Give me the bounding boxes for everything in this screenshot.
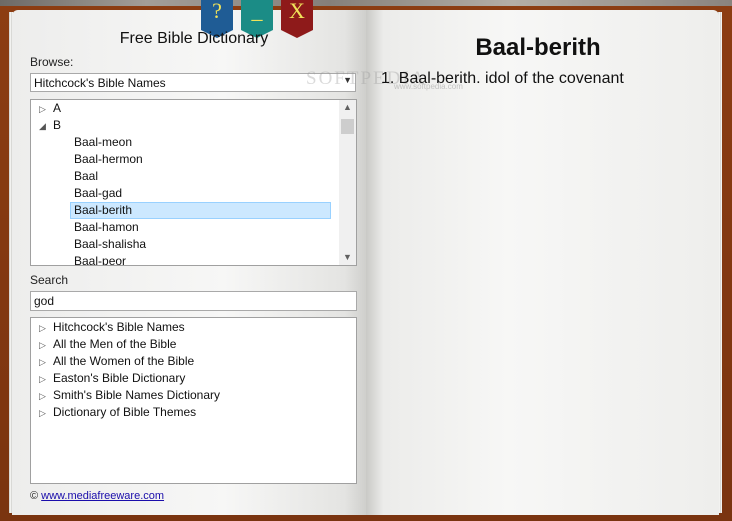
- search-results-tree[interactable]: ▷ Hitchcock's Bible Names ▷ All the Men of…: [30, 317, 357, 484]
- result-item[interactable]: ▷ Easton's Bible Dictionary: [39, 370, 185, 387]
- tree-node-a[interactable]: ▷ A: [39, 100, 61, 117]
- list-item[interactable]: Baal-meon: [71, 134, 135, 151]
- browse-label: Browse:: [30, 55, 74, 69]
- list-item[interactable]: Baal-hermon: [71, 151, 146, 168]
- triangle-right-icon[interactable]: ▷: [39, 405, 53, 422]
- close-button[interactable]: X: [281, 0, 313, 38]
- search-input[interactable]: god: [30, 291, 357, 311]
- help-button[interactable]: ?: [201, 0, 233, 38]
- result-item[interactable]: ▷ Dictionary of Bible Themes: [39, 404, 196, 421]
- browse-tree[interactable]: ▷ A ◢ B Baal-meon Baal-hermon Baal Baal-ga…: [30, 99, 357, 266]
- triangle-right-icon[interactable]: ▷: [39, 337, 53, 354]
- triangle-right-icon[interactable]: ▷: [39, 388, 53, 405]
- list-item[interactable]: Baal: [71, 168, 101, 185]
- triangle-right-icon[interactable]: ▷: [39, 320, 53, 337]
- app-title: Free Bible Dictionary: [119, 30, 269, 47]
- result-item-label: Hitchcock's Bible Names: [53, 320, 185, 334]
- result-item-label: Dictionary of Bible Themes: [53, 405, 197, 419]
- result-item-label: Easton's Bible Dictionary: [53, 371, 186, 385]
- chevron-down-icon[interactable]: ▼: [343, 75, 352, 85]
- list-item[interactable]: Baal-peor: [71, 253, 129, 265]
- tree-node-label: B: [53, 118, 62, 132]
- list-item[interactable]: Baal-shalisha: [71, 236, 149, 253]
- tree-node-b[interactable]: ◢ B: [39, 117, 61, 134]
- result-item[interactable]: ▷ All the Women of the Bible: [39, 353, 194, 370]
- result-item-label: Smith's Bible Names Dictionary: [53, 388, 221, 402]
- triangle-right-icon[interactable]: ▷: [39, 354, 53, 371]
- result-item[interactable]: ▷ All the Men of the Bible: [39, 336, 176, 353]
- result-item[interactable]: ▷ Smith's Bible Names Dictionary: [39, 387, 220, 404]
- scroll-thumb[interactable]: [341, 119, 354, 134]
- result-item-label: All the Women of the Bible: [53, 354, 195, 368]
- triangle-right-icon[interactable]: ▷: [39, 371, 53, 388]
- minimize-icon: _: [251, 0, 263, 23]
- search-label: Search: [30, 273, 69, 287]
- entry-title: Baal-berith: [475, 34, 601, 61]
- dictionary-select-value: Hitchcock's Bible Names: [34, 76, 166, 90]
- dictionary-select[interactable]: Hitchcock's Bible Names ▼: [30, 73, 356, 92]
- footer: © www.mediafreeware.com: [30, 490, 164, 502]
- list-item[interactable]: Baal-gad: [71, 185, 125, 202]
- website-link[interactable]: www.mediafreeware.com: [41, 490, 164, 502]
- list-item[interactable]: Baal-hamon: [71, 219, 142, 236]
- triangle-down-icon[interactable]: ◢: [39, 118, 53, 135]
- scroll-down-icon[interactable]: ▼: [343, 252, 352, 262]
- result-item-label: All the Men of the Bible: [53, 337, 177, 351]
- entry-definition: 1. Baal-berith. idol of the covenant: [381, 70, 624, 87]
- copyright-symbol: ©: [30, 490, 39, 502]
- help-icon: ?: [212, 0, 222, 23]
- triangle-right-icon[interactable]: ▷: [39, 101, 53, 118]
- list-item-selected[interactable]: Baal-berith: [70, 202, 331, 219]
- minimize-button[interactable]: _: [241, 0, 273, 38]
- result-item[interactable]: ▷ Hitchcock's Bible Names: [39, 319, 185, 336]
- tree-node-label: A: [53, 101, 62, 115]
- scroll-up-icon[interactable]: ▲: [343, 102, 352, 112]
- close-icon: X: [289, 0, 305, 23]
- tree-scrollbar[interactable]: ▲ ▼: [339, 100, 356, 265]
